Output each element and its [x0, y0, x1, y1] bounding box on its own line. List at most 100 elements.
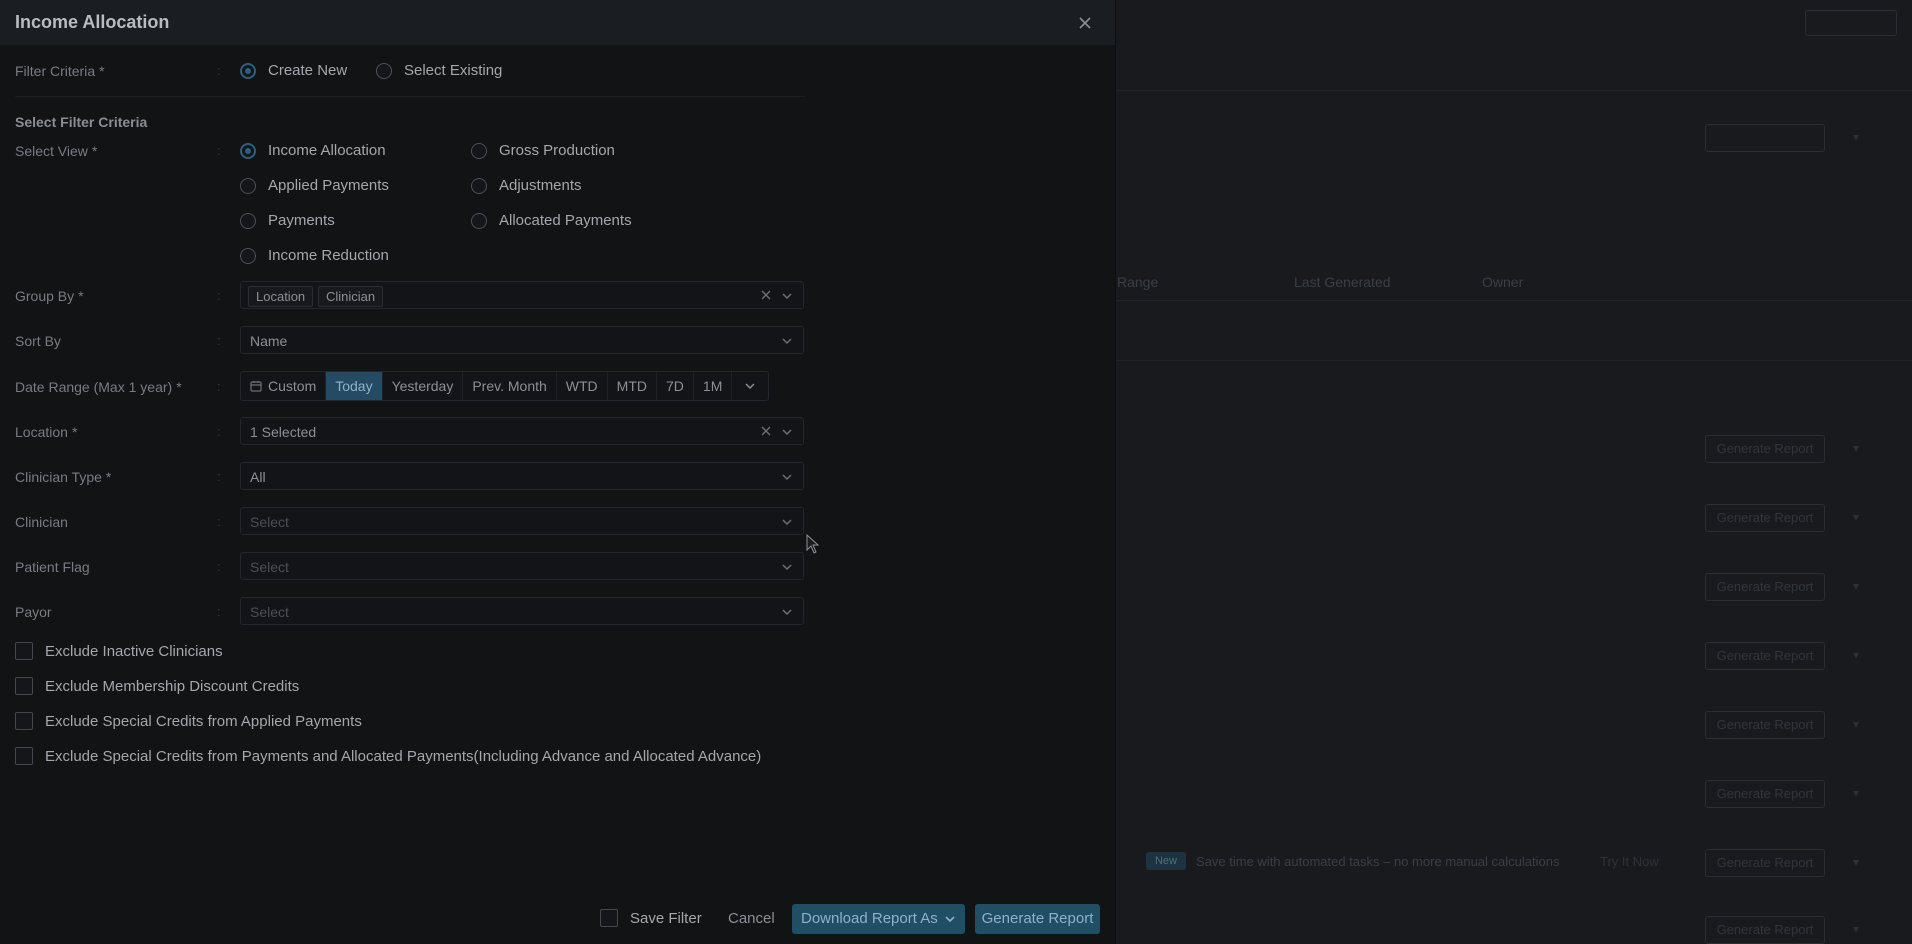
background-banner-text: Save time with automated tasks – no more…	[1196, 854, 1560, 869]
chevron-down-icon: ▾	[1853, 130, 1860, 144]
date-range-today[interactable]: Today	[326, 372, 383, 400]
chevron-down-icon	[782, 474, 792, 481]
radio-indicator	[471, 212, 487, 229]
group-by-label: Group By *	[15, 288, 84, 304]
radio-allocated-payments[interactable]: Allocated Payments	[471, 212, 632, 229]
clear-button[interactable]	[759, 424, 773, 438]
sort-by-select[interactable]: Name	[240, 326, 804, 354]
chevron-down-icon	[782, 609, 792, 616]
date-range-picker: Custom Today Yesterday Prev. Month WTD M…	[240, 371, 770, 401]
radio-income-reduction[interactable]: Income Reduction	[240, 247, 389, 264]
chevron-down-icon: ▾	[1853, 510, 1860, 524]
background-banner-link: Try It Now	[1600, 854, 1659, 869]
background-generate-report-button: Generate Report	[1705, 916, 1825, 944]
chevron-down-icon	[782, 293, 792, 300]
select-view-label: Select View *	[15, 143, 98, 159]
payor-select[interactable]: Select	[240, 597, 804, 625]
group-by-select[interactable]: Location Clinician	[240, 281, 804, 309]
mouse-cursor-icon	[806, 534, 820, 554]
save-filter-checkbox[interactable]: Save Filter	[600, 909, 702, 927]
clinician-type-select[interactable]: All	[240, 462, 804, 490]
clinician-type-label: Clinician Type *	[15, 469, 112, 485]
radio-indicator	[471, 177, 487, 194]
cancel-button[interactable]: Cancel	[728, 910, 775, 927]
radio-indicator	[240, 177, 256, 194]
download-report-button[interactable]: Download Report As	[792, 904, 965, 934]
background-generate-report-button: Generate Report	[1705, 642, 1825, 670]
income-allocation-modal: Income Allocation Filter Criteria * : Cre…	[0, 0, 1116, 944]
clinician-select[interactable]: Select	[240, 507, 804, 535]
date-range-more-dropdown[interactable]	[732, 372, 768, 400]
checkbox-exclude-special-credits-applied[interactable]: Exclude Special Credits from Applied Pay…	[15, 712, 362, 730]
modal-header: Income Allocation	[0, 0, 1115, 45]
modal-title: Income Allocation	[15, 12, 170, 32]
date-range-prev-month[interactable]: Prev. Month	[463, 372, 557, 400]
background-generate-report-button: Generate Report	[1705, 780, 1825, 808]
patient-flag-placeholder: Select	[250, 559, 289, 575]
radio-gross-production[interactable]: Gross Production	[471, 142, 615, 159]
radio-indicator	[240, 212, 256, 229]
close-button[interactable]	[1073, 11, 1097, 35]
location-label: Location *	[15, 424, 78, 440]
chevron-down-icon: ▾	[1853, 579, 1860, 593]
chevron-down-icon: ▾	[1853, 648, 1860, 662]
section-title: Select Filter Criteria	[15, 114, 148, 130]
radio-indicator	[240, 247, 256, 264]
checkbox-box	[15, 642, 33, 660]
date-range-custom[interactable]: Custom	[241, 372, 327, 400]
chevron-down-icon: ▾	[1853, 922, 1860, 936]
radio-create-new[interactable]: Create New	[240, 62, 347, 79]
location-select[interactable]: 1 Selected	[240, 417, 804, 445]
chevron-down-icon	[782, 338, 792, 345]
radio-income-allocation[interactable]: Income Allocation	[240, 142, 386, 159]
background-filter-button	[1705, 124, 1825, 152]
location-value: 1 Selected	[250, 424, 317, 440]
background-generate-report-button: Generate Report	[1705, 504, 1825, 532]
checkbox-exclude-membership-discount-credits[interactable]: Exclude Membership Discount Credits	[15, 677, 299, 695]
clear-button[interactable]	[759, 288, 773, 302]
radio-indicator	[471, 142, 487, 159]
chevron-down-icon	[745, 383, 755, 390]
chevron-down-icon: ▾	[1853, 786, 1860, 800]
sort-by-label: Sort By	[15, 333, 61, 349]
date-range-1m[interactable]: 1M	[694, 372, 733, 400]
background-generate-report-button: Generate Report	[1705, 435, 1825, 463]
chevron-down-icon: ▾	[1853, 441, 1860, 455]
radio-adjustments[interactable]: Adjustments	[471, 177, 582, 194]
checkbox-box	[600, 909, 618, 927]
date-range-7d[interactable]: 7D	[657, 372, 694, 400]
background-new-badge: New	[1146, 852, 1186, 870]
radio-indicator	[240, 62, 256, 79]
background-col-owner: Owner	[1482, 274, 1524, 290]
chip-location: Location	[248, 286, 314, 307]
radio-select-existing[interactable]: Select Existing	[376, 62, 502, 79]
chevron-down-icon	[782, 519, 792, 526]
radio-indicator	[240, 142, 256, 159]
radio-applied-payments[interactable]: Applied Payments	[240, 177, 389, 194]
payor-placeholder: Select	[250, 604, 289, 620]
background-generate-report-button: Generate Report	[1705, 849, 1825, 877]
checkbox-box	[15, 712, 33, 730]
date-range-mtd[interactable]: MTD	[608, 372, 657, 400]
chevron-down-icon: ▾	[1853, 717, 1860, 731]
patient-flag-label: Patient Flag	[15, 559, 90, 575]
generate-report-button[interactable]: Generate Report	[975, 904, 1100, 934]
patient-flag-select[interactable]: Select	[240, 552, 804, 580]
close-icon	[1079, 17, 1091, 29]
sort-by-value: Name	[250, 333, 288, 349]
chevron-down-icon: ▾	[1853, 855, 1860, 869]
clear-icon	[761, 426, 771, 436]
radio-payments[interactable]: Payments	[240, 212, 335, 229]
chip-clinician: Clinician	[318, 286, 384, 307]
background-generate-report-button: Generate Report	[1705, 573, 1825, 601]
date-range-yesterday[interactable]: Yesterday	[383, 372, 464, 400]
chevron-down-icon	[945, 916, 955, 923]
checkbox-exclude-inactive-clinicians[interactable]: Exclude Inactive Clinicians	[15, 642, 223, 660]
background-col-range: Range	[1117, 274, 1159, 290]
checkbox-exclude-special-credits-payments[interactable]: Exclude Special Credits from Payments an…	[15, 747, 761, 765]
chevron-down-icon	[782, 429, 792, 436]
clinician-type-value: All	[250, 469, 266, 485]
date-range-wtd[interactable]: WTD	[557, 372, 608, 400]
background-col-last-generated: Last Generated	[1294, 274, 1391, 290]
clinician-label: Clinician	[15, 514, 68, 530]
